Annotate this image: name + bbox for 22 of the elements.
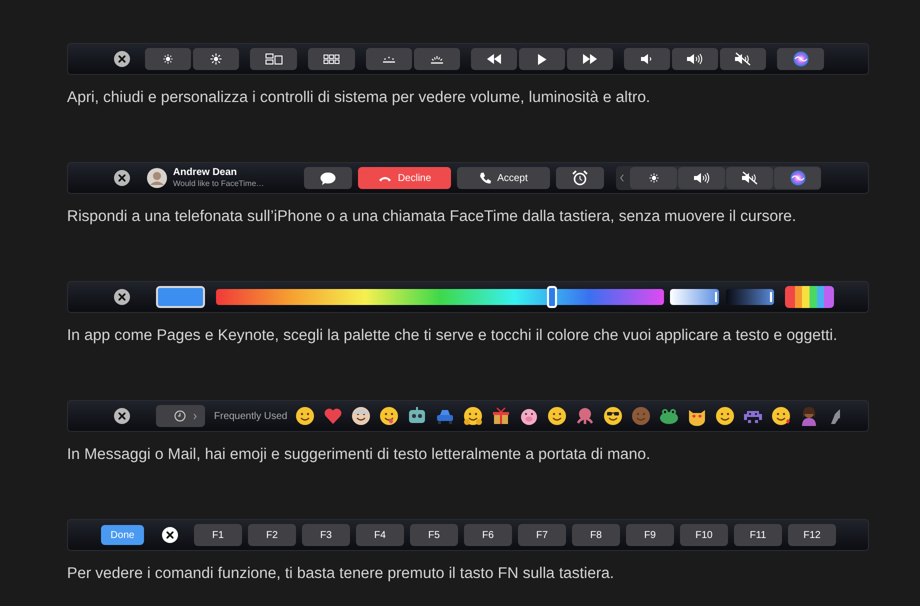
caption: In Messaggi o Mail, hai emoji e suggerimenti di testo letteralmente a portata di mano.: [67, 445, 652, 465]
function-key[interactable]: F8: [572, 524, 620, 546]
function-key[interactable]: F12: [788, 524, 836, 546]
category-label: Frequently Used: [214, 410, 288, 424]
function-key[interactable]: F4: [356, 524, 404, 546]
function-key[interactable]: F2: [248, 524, 296, 546]
accept-button[interactable]: Accept: [457, 167, 550, 189]
decline-button[interactable]: Decline: [358, 167, 451, 189]
caption: Apri, chiudi e personalizza i controlli di sistema per vedere volume, luminosità e altro.: [67, 88, 652, 108]
caption: Per vedere i comandi funzione, ti basta tenere premuto il tasto FN sulla tastiera.: [67, 564, 616, 584]
function-key[interactable]: F9: [626, 524, 674, 546]
function-key[interactable]: F3: [302, 524, 350, 546]
function-key[interactable]: F7: [518, 524, 566, 546]
caller-status: Would like to FaceTime…: [173, 178, 266, 189]
function-key[interactable]: F10: [680, 524, 728, 546]
caller-name: Andrew Dean: [173, 167, 238, 178]
caption: In app come Pages e Keynote, scegli la palette che ti serve e tocchi il colore che vuoi applicare a testo e oggetti.: [67, 326, 838, 346]
function-key[interactable]: F5: [410, 524, 458, 546]
function-key[interactable]: F11: [734, 524, 782, 546]
caption: Rispondi a una telefonata sull’iPhone o a una chiamata FaceTime dalla tastiera, senza muovere il cursore.: [67, 207, 798, 227]
function-key[interactable]: F1: [194, 524, 242, 546]
function-key[interactable]: F6: [464, 524, 512, 546]
